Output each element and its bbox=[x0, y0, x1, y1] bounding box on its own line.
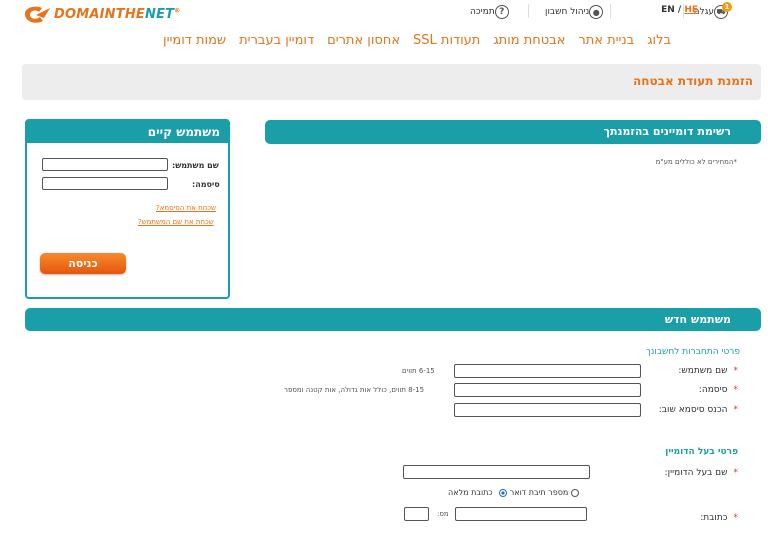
login-password-label: סיסמה: bbox=[192, 180, 220, 189]
owner-name-label: *שם בעל הדומיין: bbox=[664, 468, 738, 478]
forgot-password-link[interactable]: שכחת את הסיסמא? bbox=[156, 204, 216, 212]
login-button[interactable]: כניסה bbox=[40, 253, 126, 274]
new-user-header: משתמש חדש bbox=[25, 308, 761, 331]
radio-full-address[interactable] bbox=[499, 488, 508, 497]
lang-en-link[interactable]: EN bbox=[661, 5, 675, 15]
address-number-label: מס: bbox=[437, 510, 449, 518]
signup-confirm-label: *הכנס סיסמא שוב: bbox=[658, 405, 738, 415]
address-label: *כתובת: bbox=[700, 513, 738, 523]
username-hint: 6-15 תווים bbox=[402, 367, 435, 375]
radio-pobox[interactable] bbox=[570, 488, 579, 497]
support-label: תמיכה bbox=[470, 7, 495, 17]
account-label: ניהול חשבון bbox=[545, 7, 590, 17]
main-navigation: שמות דומיין דומיין בעברית אחסון אתרים תע… bbox=[150, 33, 671, 48]
domain-list-title: רשימת דומיינים בהזמנתך bbox=[603, 125, 731, 138]
account-section-title: פרטי התחברות לחשבונך bbox=[645, 347, 740, 357]
login-password-input[interactable] bbox=[42, 177, 168, 190]
nav-brand-protection[interactable]: אבטחת מותג bbox=[493, 33, 565, 48]
new-user-title: משתמש חדש bbox=[664, 313, 731, 326]
site-logo[interactable]: DOMAINTHENET® bbox=[22, 4, 202, 26]
existing-user-header: משתמש קיים bbox=[27, 121, 228, 143]
radio-full-address-label: כתובת מלאה bbox=[448, 488, 493, 497]
address-number-input[interactable] bbox=[404, 507, 429, 521]
owner-section-title: פרטי בעל הדומיין bbox=[665, 447, 738, 457]
cart-icon: ⛟ 1 bbox=[714, 2, 732, 19]
address-type-options: מספר תיבת דואר כתובת מלאה bbox=[448, 488, 579, 497]
logo-wordmark: DOMAINTHENET® bbox=[54, 7, 181, 22]
password-hint: 8-15 תווים, כולל אות גדולה, אות קטנה ומס… bbox=[284, 386, 425, 394]
account-link[interactable]: ניהול חשבון ● bbox=[541, 3, 604, 21]
forgot-username-link[interactable]: שכחת את שם המשתמש? bbox=[138, 218, 214, 226]
page-title-bar: הזמנת תעודת אבטחה bbox=[22, 64, 761, 100]
question-icon: ? bbox=[494, 5, 509, 19]
price-note: *המחירים לא כוללים מע"מ bbox=[655, 158, 737, 166]
existing-user-title: משתמש קיים bbox=[147, 125, 220, 139]
nav-blog[interactable]: בלוג bbox=[647, 33, 671, 48]
language-switcher: EN / HE bbox=[661, 5, 698, 15]
cart-count-badge: 1 bbox=[722, 2, 732, 12]
lang-he-link[interactable]: HE bbox=[684, 5, 698, 15]
signup-password-label: *סיסמה: bbox=[698, 385, 738, 395]
nav-hebrew-domain[interactable]: דומיין בעברית bbox=[239, 33, 314, 48]
logo-mark-icon bbox=[25, 6, 50, 23]
domain-list-header: רשימת דומיינים בהזמנתך bbox=[265, 120, 761, 144]
nav-domain-names[interactable]: שמות דומיין bbox=[163, 33, 226, 48]
support-link[interactable]: תמיכה ? bbox=[466, 3, 509, 21]
owner-name-input[interactable] bbox=[403, 465, 590, 479]
signup-username-input[interactable] bbox=[454, 364, 641, 378]
nav-site-builder[interactable]: בניית אתר bbox=[578, 33, 634, 48]
login-username-label: שם משתמש: bbox=[172, 161, 219, 170]
signup-confirm-input[interactable] bbox=[454, 403, 641, 417]
page-title: הזמנת תעודת אבטחה bbox=[633, 74, 753, 88]
radio-pobox-label: מספר תיבת דואר bbox=[509, 488, 569, 497]
user-icon: ● bbox=[589, 5, 604, 19]
signup-username-label: *שם משתמש: bbox=[678, 366, 738, 376]
signup-password-input[interactable] bbox=[454, 383, 641, 397]
login-username-input[interactable] bbox=[42, 158, 168, 171]
nav-web-hosting[interactable]: אחסון אתרים bbox=[327, 33, 400, 48]
address-street-input[interactable] bbox=[455, 507, 587, 521]
nav-ssl[interactable]: תעודות SSL bbox=[413, 33, 480, 48]
